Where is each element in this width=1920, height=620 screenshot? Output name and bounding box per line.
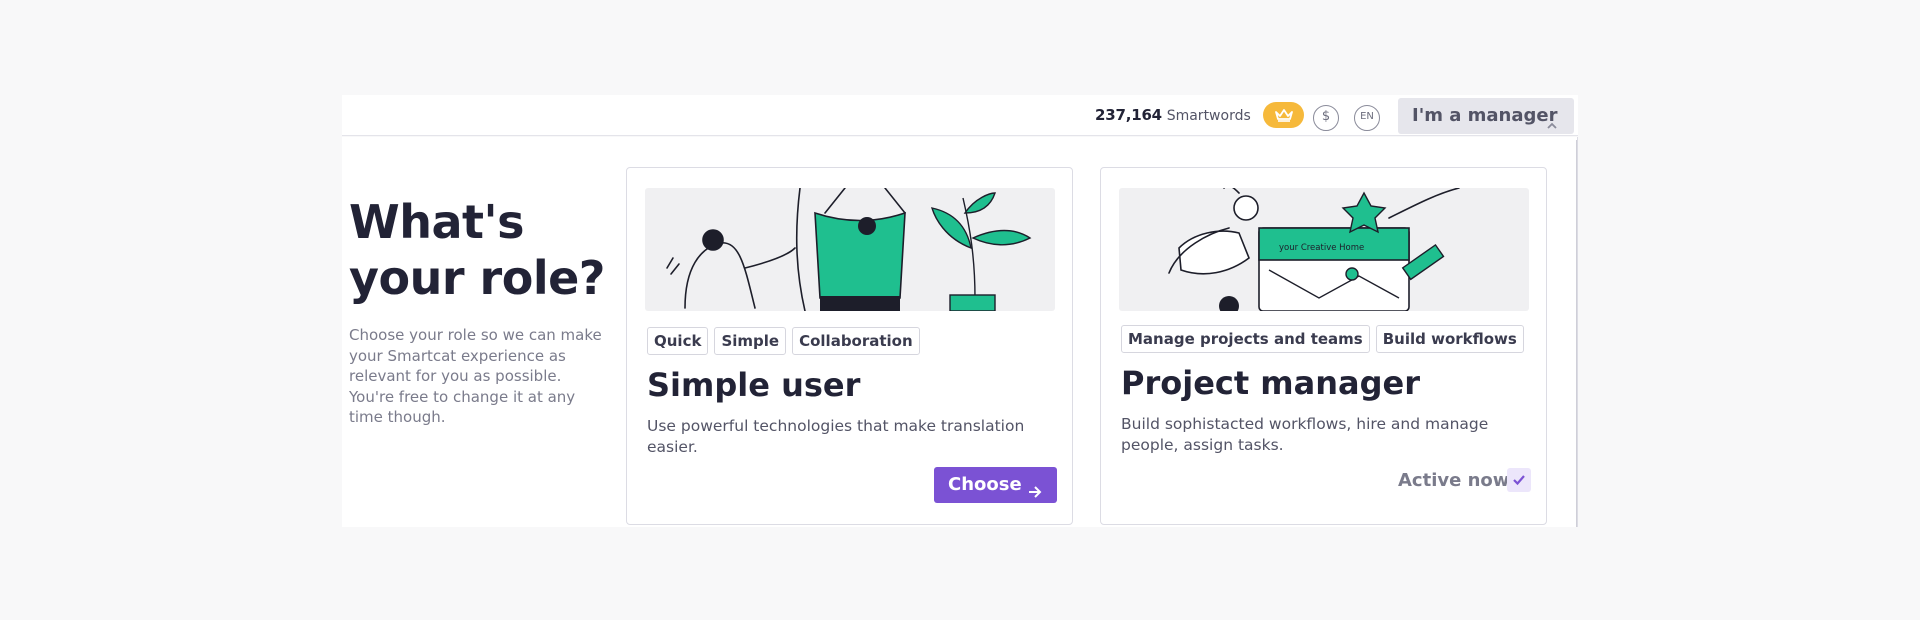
top-bar: 237,164 Smartwords $ EN I'm a manager [342,95,1578,136]
page-description: Choose your role so we can make your Sma… [349,326,602,426]
smartwords-count: 237,164 [1095,106,1162,124]
role-card-project-manager[interactable]: your Creative Home Manage projects and t… [1100,167,1547,525]
smartwords-balance[interactable]: 237,164 Smartwords [1095,105,1251,125]
tag: Manage projects and teams [1121,325,1370,353]
tag: Simple [714,327,787,355]
card-description: Build sophistacted workflows, hire and m… [1121,415,1489,454]
project-manager-tags: Manage projects and teams Build workflow… [1121,325,1524,353]
role-switcher-label: I'm a manager [1412,105,1558,126]
smartwords-label: Smartwords [1166,108,1251,124]
choose-button-label: Choose [948,474,1022,495]
role-switcher-button[interactable]: I'm a manager [1398,98,1574,134]
tag: Quick [647,327,709,355]
illustration-caption: your Creative Home [1279,243,1364,253]
page-title: What's your role? [349,195,605,305]
scroll-rail [1576,140,1577,527]
dollar-icon[interactable]: $ [1313,105,1339,131]
card-title: Simple user [647,366,861,404]
role-card-simple-user[interactable]: Quick Simple Collaboration Simple user U… [626,167,1073,525]
tag: Build workflows [1375,325,1524,353]
active-status-label: Active now [1398,470,1510,491]
simple-user-illustration [645,188,1055,311]
choose-button[interactable]: Choose [934,467,1057,503]
card-description: Use powerful technologies that make tran… [647,417,1025,456]
arrow-right-icon [1027,477,1043,513]
project-manager-illustration: your Creative Home [1119,188,1529,311]
card-title: Project manager [1121,364,1420,402]
crown-icon[interactable] [1263,102,1304,128]
simple-user-tags: Quick Simple Collaboration [647,327,920,355]
tag: Collaboration [792,327,920,355]
checkmark-icon [1507,468,1531,492]
language-switcher[interactable]: EN [1354,105,1380,131]
